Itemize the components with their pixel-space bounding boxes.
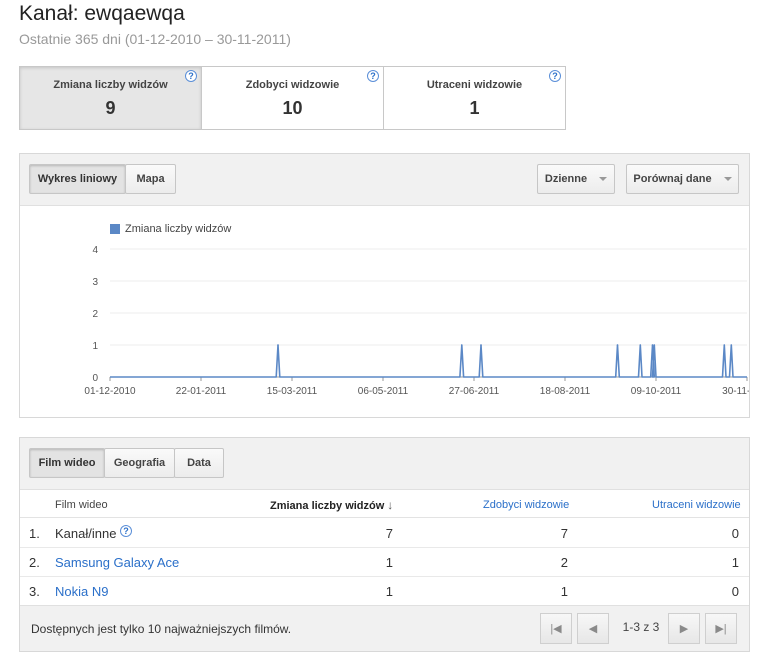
data-point: [723, 344, 726, 346]
data-point: [651, 344, 654, 346]
tab-map[interactable]: Mapa: [125, 164, 176, 194]
compare-dropdown[interactable]: Porównaj dane: [626, 164, 739, 194]
x-tick-label: 30-11-2011: [722, 386, 749, 397]
row-lost: 1: [731, 555, 739, 570]
column-header-video[interactable]: Film wideo: [55, 499, 108, 511]
metrics-bar: Zmiana liczby widzów 9 ? Zdobyci widzowi…: [19, 66, 566, 130]
tab-geography[interactable]: Geografia: [104, 448, 175, 478]
chevron-down-icon: [599, 177, 608, 181]
row-name-link[interactable]: Nokia N9: [55, 584, 108, 599]
table-header: Film wideo Zmiana liczby widzów ↓ Zdobyci…: [20, 490, 749, 518]
previous-page-button[interactable]: ◀: [577, 613, 609, 644]
last-page-icon: ▶|: [715, 623, 727, 635]
y-tick-label: 1: [92, 341, 98, 352]
table-row: 3. Nokia N9 1 1 0: [20, 577, 749, 606]
metric-value: 9: [105, 98, 116, 118]
row-index: 2.: [29, 555, 40, 570]
column-header-gained[interactable]: Zdobyci widzowie: [483, 499, 569, 511]
tab-video[interactable]: Film wideo: [29, 448, 105, 478]
data-point: [639, 344, 642, 346]
y-tick-label: 2: [92, 309, 98, 320]
row-gained: 1: [560, 584, 568, 599]
sort-down-icon: ↓: [387, 498, 394, 512]
first-page-button[interactable]: |◀: [540, 613, 572, 644]
last-page-button[interactable]: ▶|: [705, 613, 737, 644]
tab-date[interactable]: Data: [174, 448, 224, 478]
column-header-label: Zmiana liczby widzów: [270, 500, 385, 512]
metric-gained[interactable]: Zdobyci widzowie 10 ?: [201, 67, 383, 129]
first-page-icon: |◀: [550, 623, 562, 635]
date-range: Ostatnie 365 dni (01-12-2010 – 30-11-201…: [19, 31, 291, 47]
series-line: [110, 344, 747, 378]
x-tick-label: 01-12-2010: [84, 386, 136, 397]
row-lost: 0: [731, 584, 739, 599]
help-icon[interactable]: ?: [549, 70, 561, 82]
x-tick-label: 15-03-2011: [267, 386, 318, 397]
y-tick-label: 4: [92, 245, 98, 256]
x-tick-label: 18-08-2011: [540, 386, 591, 397]
granularity-label: Dzienne: [544, 173, 588, 185]
y-tick-label: 3: [92, 277, 98, 288]
tab-line-chart[interactable]: Wykres liniowy: [29, 164, 126, 194]
table-toolbar: Film wideo Geografia Data: [20, 438, 749, 490]
line-chart: 0 1 2 3 4 01-12-2010 22-01-2011 15-03-2011 06-05…: [84, 245, 749, 397]
data-point: [480, 344, 482, 346]
data-point: [277, 344, 279, 346]
table-row: 1. Kanał/inne ? 7 7 0: [20, 519, 749, 548]
metric-label: Zdobyci widzowie: [245, 79, 340, 91]
data-point: [730, 344, 733, 346]
next-page-button[interactable]: ▶: [668, 613, 700, 644]
x-tick-label: 09-10-2011: [631, 386, 682, 397]
x-tick-label: 27-06-2011: [449, 386, 500, 397]
footer-note: Dostępnych jest tylko 10 najważniejszych…: [31, 622, 292, 636]
row-index: 1.: [29, 526, 40, 541]
chart-toolbar: Wykres liniowy Mapa Dzienne Porównaj dan…: [20, 154, 749, 206]
metric-label: Zmiana liczby widzów: [53, 79, 168, 91]
table-panel: Film wideo Geografia Data Film wideo Zmi…: [19, 437, 750, 652]
row-index: 3.: [29, 584, 40, 599]
row-gained: 2: [560, 555, 568, 570]
page-info: 1-3 z 3: [622, 620, 660, 634]
compare-label: Porównaj dane: [633, 173, 712, 185]
granularity-dropdown[interactable]: Dzienne: [537, 164, 615, 194]
x-tick-label: 22-01-2011: [176, 386, 227, 397]
chart-panel: Wykres liniowy Mapa Dzienne Porównaj dan…: [19, 153, 750, 418]
metric-value: 1: [469, 98, 480, 118]
data-point: [653, 344, 656, 346]
row-lost: 0: [731, 526, 739, 541]
data-point: [616, 344, 619, 346]
next-page-icon: ▶: [679, 623, 689, 635]
previous-page-icon: ◀: [588, 623, 598, 635]
row-name-link[interactable]: Samsung Galaxy Ace: [55, 555, 179, 570]
metric-value: 10: [282, 98, 303, 118]
column-header-lost[interactable]: Utraceni widzowie: [652, 499, 741, 511]
row-name: Kanał/inne: [55, 526, 117, 541]
x-tick-label: 06-05-2011: [358, 386, 409, 397]
table-footer: Dostępnych jest tylko 10 najważniejszych…: [20, 605, 749, 651]
help-icon[interactable]: ?: [120, 525, 132, 537]
y-tick-label: 0: [92, 373, 98, 384]
metric-label: Utraceni widzowie: [426, 79, 523, 91]
row-change: 1: [385, 555, 393, 570]
data-point: [460, 344, 463, 346]
metric-net-change[interactable]: Zmiana liczby widzów 9 ?: [20, 67, 201, 129]
metric-lost[interactable]: Utraceni widzowie 1 ?: [383, 67, 565, 129]
row-change: 1: [385, 584, 393, 599]
table-row: 2. Samsung Galaxy Ace 1 2 1: [20, 548, 749, 577]
help-icon[interactable]: ?: [367, 70, 379, 82]
page-title: Kanał: ewqaewqa: [19, 2, 185, 25]
column-header-change[interactable]: Zmiana liczby widzów ↓: [270, 498, 393, 512]
row-gained: 7: [560, 526, 568, 541]
help-icon[interactable]: ?: [185, 70, 197, 82]
chevron-down-icon: [723, 177, 732, 181]
row-change: 7: [385, 526, 393, 541]
